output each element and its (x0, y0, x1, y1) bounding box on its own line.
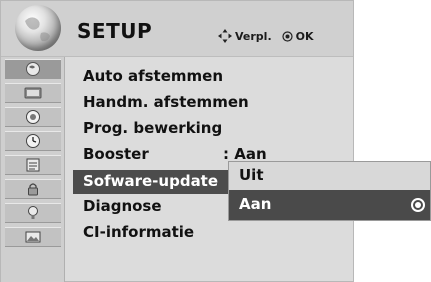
lock-icon (28, 183, 38, 196)
time-category-icon[interactable] (5, 131, 61, 151)
media-category-icon[interactable] (5, 227, 61, 247)
option-category-icon[interactable] (5, 155, 61, 175)
globe-icon (26, 62, 40, 76)
setup-category-icon[interactable] (5, 59, 61, 79)
menu-item-diagnose[interactable]: Diagnose (83, 197, 162, 215)
option-uit[interactable]: Uit (229, 162, 430, 189)
arrow-keys-icon (218, 29, 232, 43)
menu-item-ci-informatie[interactable]: CI-informatie (83, 223, 194, 241)
menu-item-handm-afstemmen[interactable]: Handm. afstemmen (83, 93, 249, 111)
speaker-icon (26, 110, 40, 124)
option-aan[interactable]: Aan (229, 190, 430, 220)
menu-item-auto-afstemmen[interactable]: Auto afstemmen (83, 67, 223, 85)
menu-item-prog-bewerking[interactable]: Prog. bewerking (83, 119, 222, 137)
setup-menu-window: SETUP Verpl. OK Auto afstemmen Handm. af… (0, 0, 354, 282)
support-category-icon[interactable] (5, 203, 61, 223)
tv-icon (24, 87, 42, 99)
page-title: SETUP (77, 19, 153, 43)
option-aan-label: Aan (239, 195, 272, 213)
menu-item-booster[interactable]: Booster (83, 145, 149, 163)
menu-header: SETUP Verpl. OK (1, 1, 353, 57)
setup-globe-icon (15, 5, 61, 51)
category-icon-column (1, 57, 65, 282)
audio-category-icon[interactable] (5, 107, 61, 127)
ok-button-icon (282, 30, 293, 42)
move-hint-label: Verpl. (235, 29, 272, 43)
ok-hint-label: OK (295, 29, 314, 43)
navigation-hint: Verpl. OK (218, 29, 314, 43)
picture-category-icon[interactable] (5, 83, 61, 103)
option-uit-label: Uit (239, 166, 264, 184)
option-icon (26, 158, 40, 172)
photo-icon (25, 231, 41, 243)
menu-item-sofware-update[interactable]: Sofware-update (83, 172, 218, 190)
radio-selected-icon (411, 198, 425, 212)
clock-icon (26, 134, 40, 148)
lock-category-icon[interactable] (5, 179, 61, 199)
software-update-popup: Uit Aan (228, 161, 431, 221)
support-icon (28, 206, 38, 219)
